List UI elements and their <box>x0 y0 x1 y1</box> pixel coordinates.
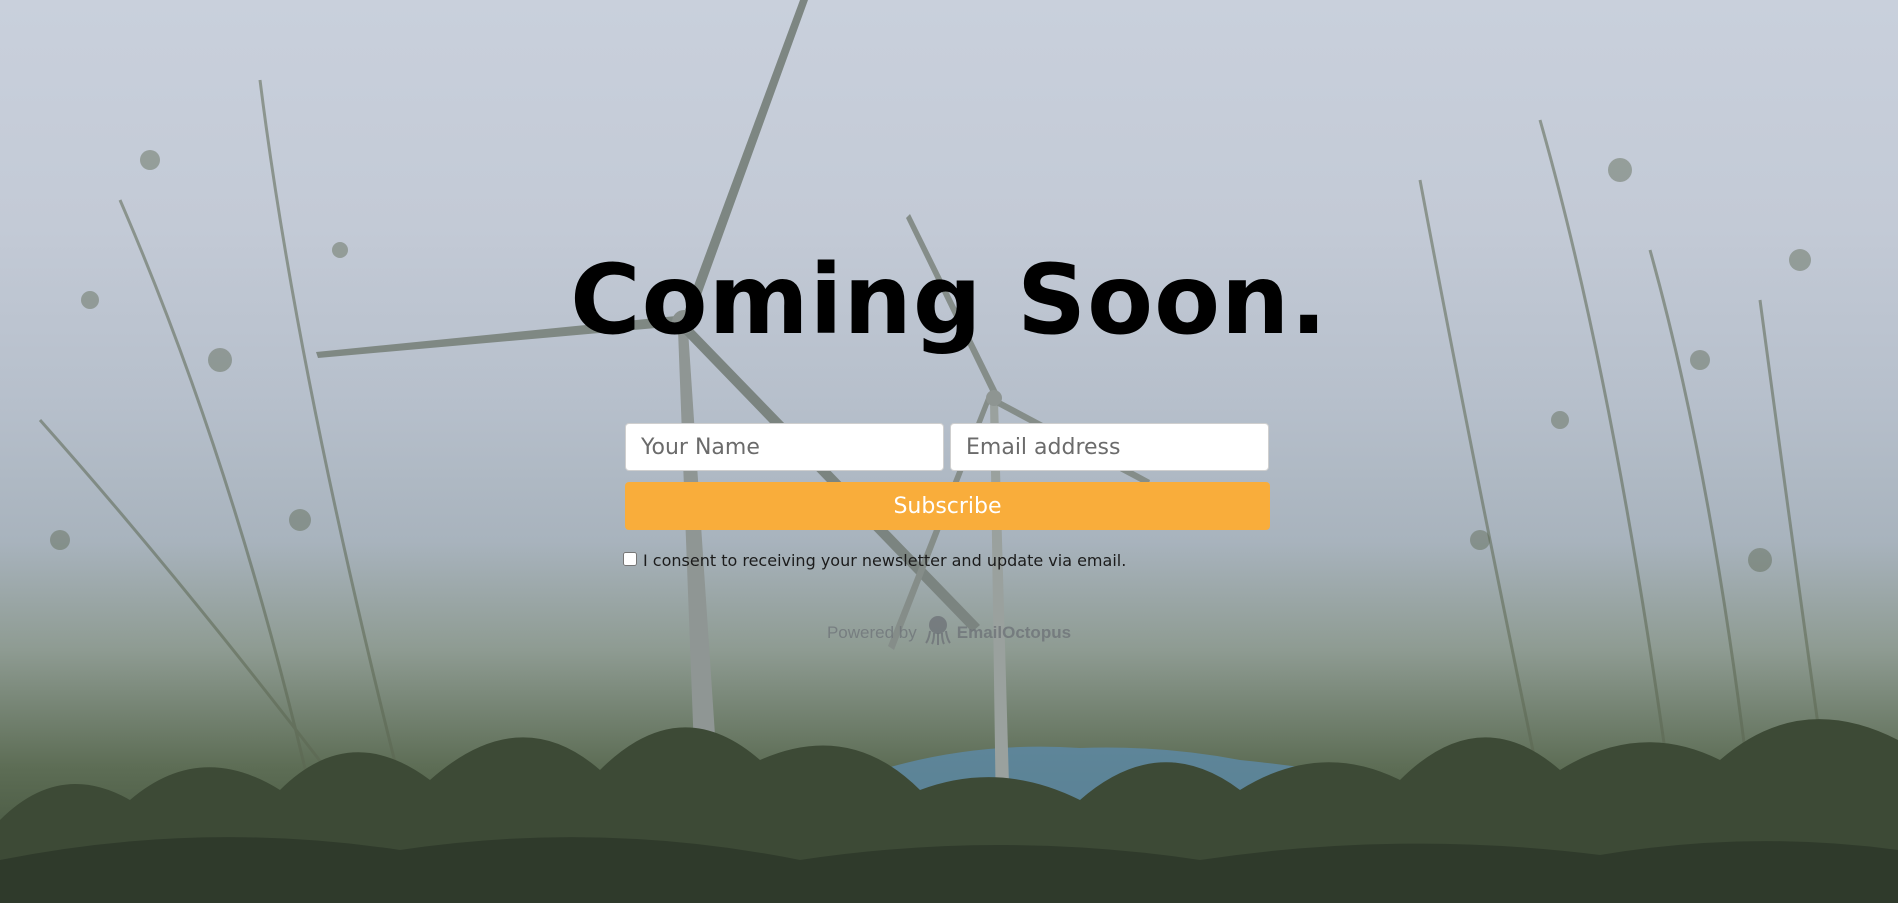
brand-name: EmailOctopus <box>956 622 1072 642</box>
powered-by-footer[interactable]: Powered by EmailOctopus <box>0 615 1898 650</box>
brand-link[interactable]: EmailOctopus <box>924 615 1072 650</box>
email-input[interactable] <box>950 423 1269 471</box>
subscribe-button[interactable]: Subscribe <box>625 482 1270 530</box>
page: Coming Soon. Subscribe I consent to rece… <box>0 0 1898 903</box>
consent-label: I consent to receiving your newsletter a… <box>643 551 1127 570</box>
page-title: Coming Soon. <box>570 244 1328 356</box>
octopus-icon <box>924 615 951 650</box>
consent-row: I consent to receiving your newsletter a… <box>623 549 1127 570</box>
name-input[interactable] <box>625 423 944 471</box>
consent-checkbox[interactable] <box>623 551 637 566</box>
powered-by-text: Powered by <box>826 622 917 642</box>
content: Coming Soon. Subscribe I consent to rece… <box>0 0 1898 903</box>
